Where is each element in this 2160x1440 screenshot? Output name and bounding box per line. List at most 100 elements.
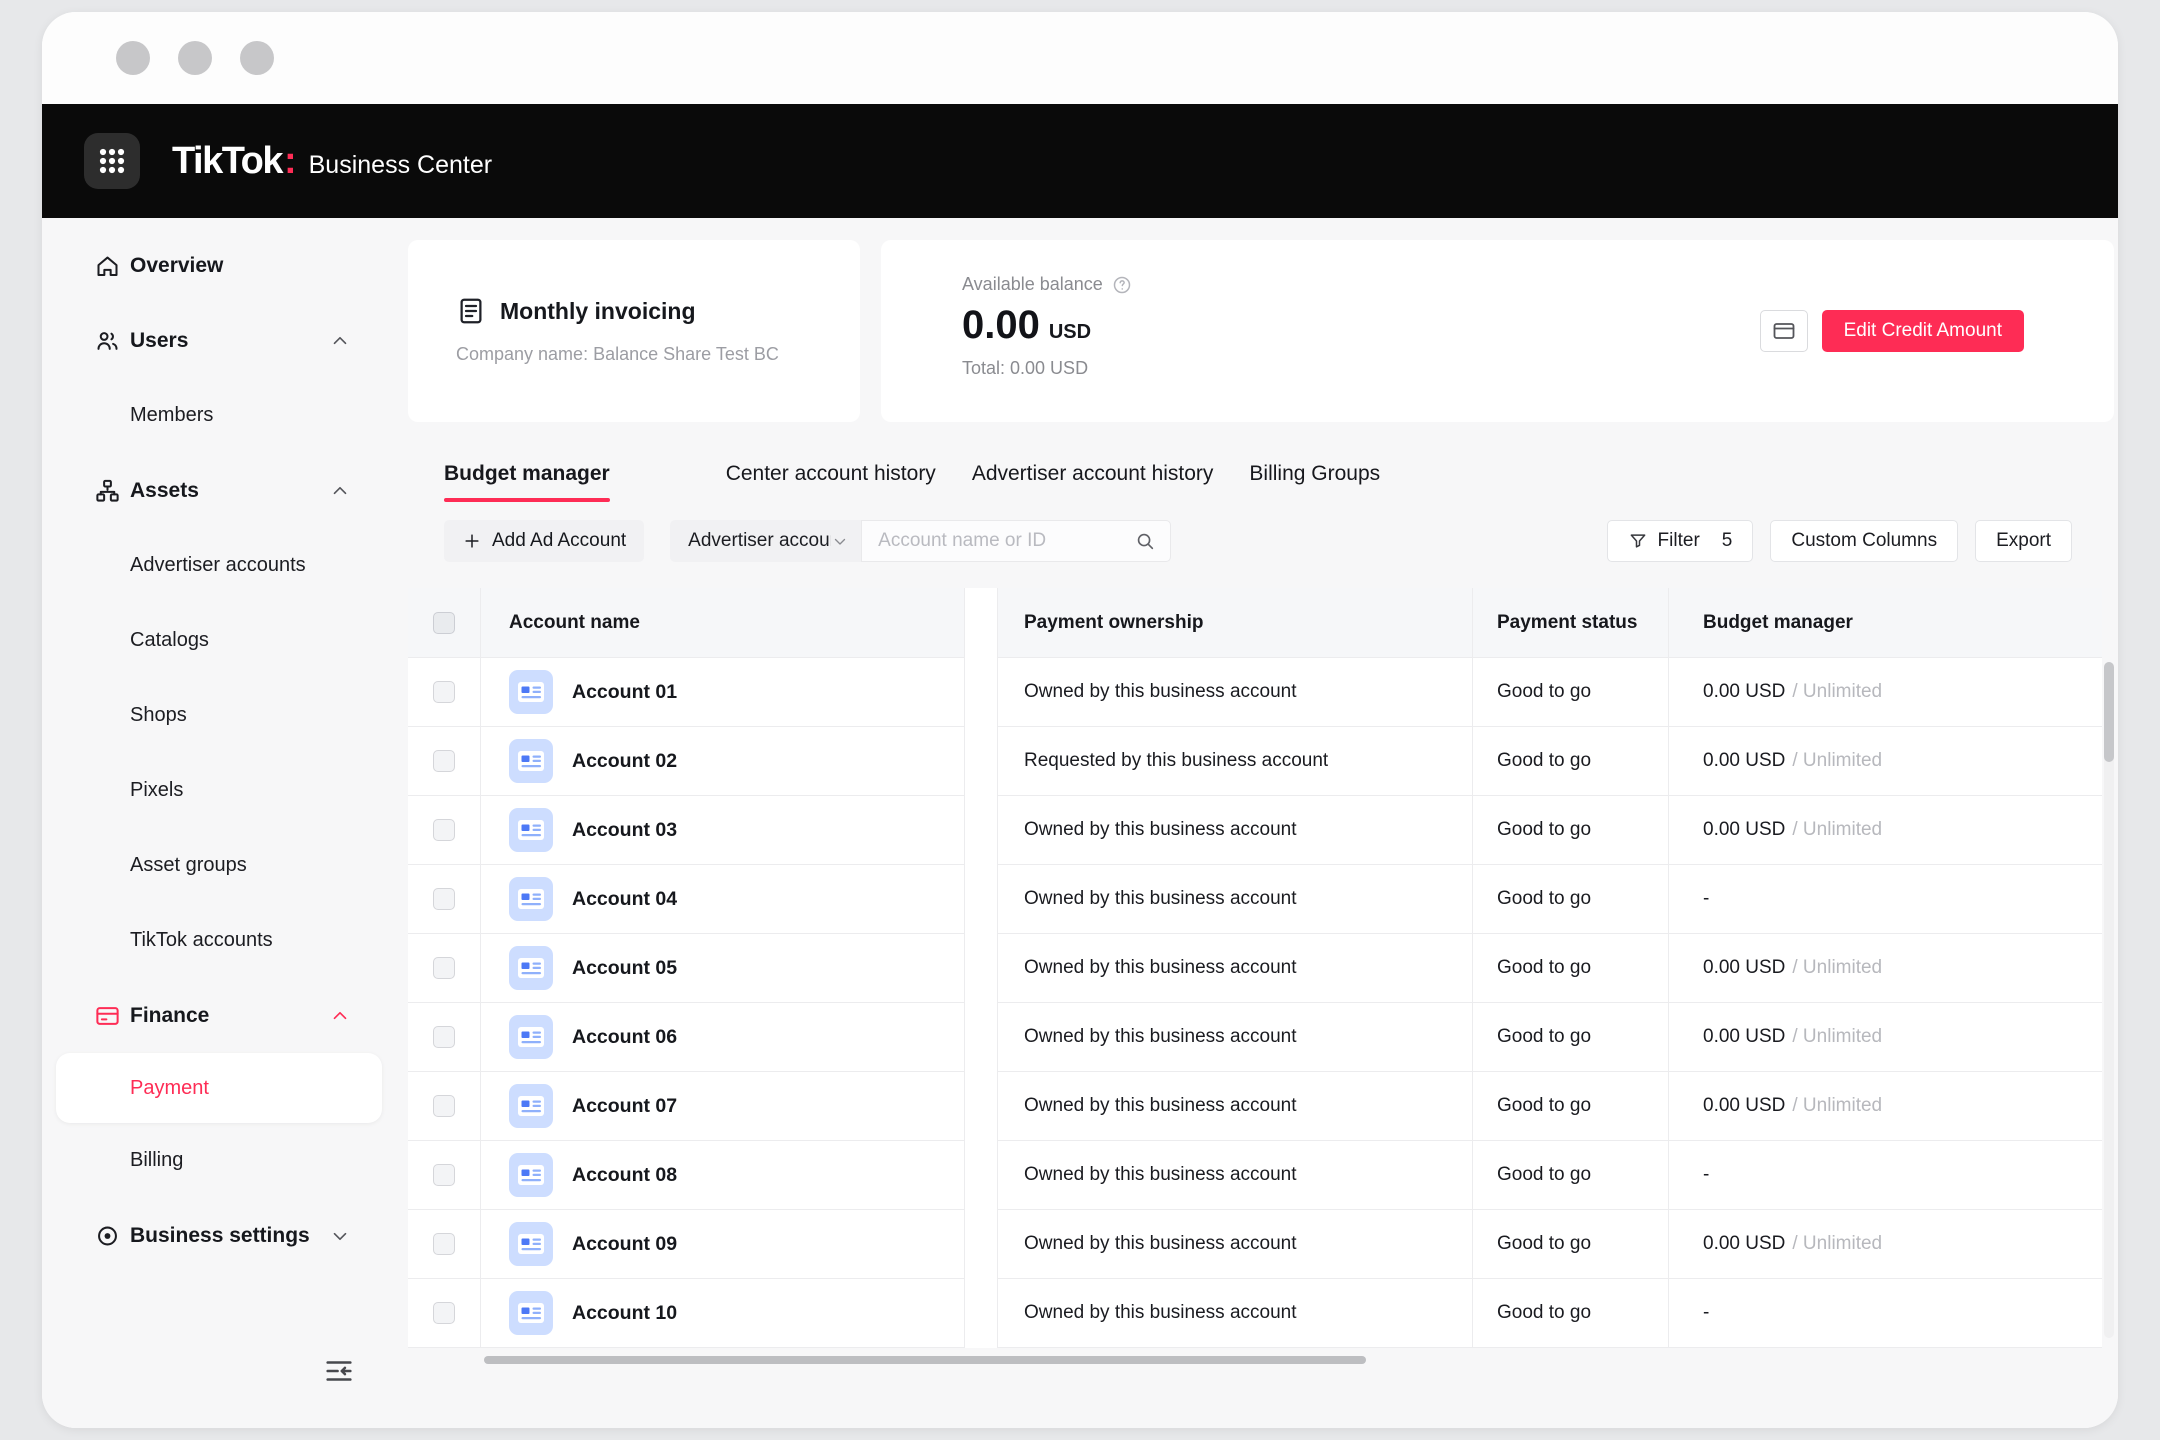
users-icon — [94, 327, 121, 354]
sidebar-item-label: TikTok accounts — [130, 929, 273, 952]
apps-grid-icon[interactable] — [84, 133, 140, 189]
table-body: Account 01 Owned by this business account… — [408, 658, 2102, 1348]
column-header-payment-ownership[interactable]: Payment ownership — [997, 588, 1472, 658]
sidebar-item-finance[interactable]: Finance — [42, 978, 396, 1053]
sidebar-item-tiktok-accounts[interactable]: TikTok accounts — [42, 903, 396, 978]
sidebar-item-advertiser-accounts[interactable]: Advertiser accounts — [42, 528, 396, 603]
search-input[interactable] — [878, 530, 1134, 552]
row-checkbox[interactable] — [433, 1302, 455, 1324]
sidebar-item-billing[interactable]: Billing — [42, 1123, 396, 1198]
search-type-dropdown[interactable]: Advertiser accoun — [670, 520, 861, 562]
tab-billing-groups[interactable]: Billing Groups — [1249, 462, 1380, 502]
payment-ownership: Owned by this business account — [1024, 1164, 1297, 1186]
row-checkbox[interactable] — [433, 819, 455, 841]
monthly-invoicing-card: Monthly invoicing Company name: Balance … — [408, 240, 860, 422]
tab-center-account-history[interactable]: Center account history — [726, 462, 936, 502]
export-button[interactable]: Export — [1975, 520, 2072, 562]
window-control-dot-2[interactable] — [178, 41, 212, 75]
account-name[interactable]: Account 10 — [572, 1302, 677, 1325]
sidebar-item-pixels[interactable]: Pixels — [42, 753, 396, 828]
account-name[interactable]: Account 05 — [572, 957, 677, 980]
row-checkbox[interactable] — [433, 1164, 455, 1186]
account-name[interactable]: Account 03 — [572, 819, 677, 842]
table-row: Account 09Owned by this business account… — [408, 1210, 2102, 1279]
account-card-icon — [509, 1222, 553, 1266]
frozen-column-gap — [965, 1279, 997, 1348]
budget-limit: / Unlimited — [1792, 681, 1882, 703]
table-row: Account 08 Owned by this business account… — [408, 1141, 2102, 1210]
tiktok-logo[interactable]: TikTok : Business Center — [172, 140, 492, 183]
tab-advertiser-account-history[interactable]: Advertiser account history — [972, 462, 1214, 502]
row-checkbox[interactable] — [433, 888, 455, 910]
frozen-column-gap — [965, 796, 997, 865]
budget-amount: 0.00 USD — [1703, 1095, 1785, 1117]
row-checkbox[interactable] — [433, 1233, 455, 1255]
row-checkbox[interactable] — [433, 1026, 455, 1048]
content-area: OverviewUsersMembersAssetsAdvertiser acc… — [42, 218, 2118, 1428]
vertical-scrollbar-thumb[interactable] — [2104, 662, 2114, 762]
account-name[interactable]: Account 01 — [572, 681, 677, 704]
payment-card-button[interactable] — [1760, 310, 1808, 352]
account-name[interactable]: Account 02 — [572, 750, 677, 773]
filter-button[interactable]: Filter 5 — [1607, 520, 1754, 562]
edit-credit-amount-button[interactable]: Edit Credit Amount — [1822, 310, 2024, 352]
custom-columns-button[interactable]: Custom Columns — [1770, 520, 1958, 562]
select-all-checkbox[interactable] — [433, 612, 455, 634]
sidebar-item-label: Users — [130, 329, 188, 353]
column-header-payment-status[interactable]: Payment status — [1472, 588, 1668, 658]
browser-window: TikTok : Business Center Overview Users Me… — [42, 12, 2118, 1428]
filter-label: Filter — [1658, 530, 1700, 552]
column-header-account-name[interactable]: Account name — [480, 588, 965, 658]
horizontal-scrollbar-thumb[interactable] — [484, 1356, 1366, 1364]
summary-cards: Monthly invoicing Company name: Balance … — [408, 240, 2114, 422]
account-name[interactable]: Account 07 — [572, 1095, 677, 1118]
company-name-text: Company name: Balance Share Test BC — [456, 344, 860, 365]
row-checkbox[interactable] — [433, 681, 455, 703]
budget-limit: / Unlimited — [1792, 1026, 1882, 1048]
export-label: Export — [1996, 530, 2051, 552]
tab-budget-manager[interactable]: Budget manager — [444, 462, 610, 502]
sidebar-item-payment[interactable]: Payment — [56, 1053, 382, 1123]
frozen-column-gap — [965, 865, 997, 934]
row-checkbox[interactable] — [433, 750, 455, 772]
sidebar-nav: Overview Users MembersAssetsAdvertiser acc… — [42, 228, 396, 1273]
window-control-dot-1[interactable] — [116, 41, 150, 75]
collapse-sidebar-button[interactable] — [322, 1354, 356, 1388]
budget-amount: - — [1703, 1164, 1709, 1186]
sidebar-item-members[interactable]: Members — [42, 378, 396, 453]
budget-amount: 0.00 USD — [1703, 819, 1785, 841]
account-name[interactable]: Account 09 — [572, 1233, 677, 1256]
row-checkbox[interactable] — [433, 957, 455, 979]
account-name[interactable]: Account 04 — [572, 888, 677, 911]
row-checkbox[interactable] — [433, 1095, 455, 1117]
window-control-dot-3[interactable] — [240, 41, 274, 75]
sidebar-item-catalogs[interactable]: Catalogs — [42, 603, 396, 678]
accounts-table: Account name Payment ownership Payment s… — [408, 588, 2114, 1348]
account-name[interactable]: Account 06 — [572, 1026, 677, 1049]
search-icon[interactable] — [1134, 530, 1156, 552]
frozen-column-gap — [965, 1072, 997, 1141]
sidebar-item-asset-groups[interactable]: Asset groups — [42, 828, 396, 903]
column-header-budget-manager[interactable]: Budget manager — [1668, 588, 2102, 658]
payment-status: Good to go — [1497, 750, 1591, 772]
account-card-icon — [509, 1015, 553, 1059]
payment-ownership: Owned by this business account — [1024, 681, 1297, 703]
sidebar-item-users[interactable]: Users — [42, 303, 396, 378]
sidebar-item-business-settings[interactable]: Business settings — [42, 1198, 396, 1273]
balance-currency: USD — [1049, 321, 1091, 344]
sidebar-item-overview[interactable]: Overview — [42, 228, 396, 303]
sidebar-item-label: Catalogs — [130, 629, 209, 652]
sidebar-item-shops[interactable]: Shops — [42, 678, 396, 753]
vertical-scrollbar[interactable] — [2104, 662, 2114, 1338]
budget-amount: 0.00 USD — [1703, 957, 1785, 979]
chevron-down-icon — [831, 532, 849, 550]
budget-limit: / Unlimited — [1792, 957, 1882, 979]
balance-amount: 0.00 — [962, 303, 1040, 348]
help-icon[interactable] — [1112, 275, 1132, 295]
sidebar-item-assets[interactable]: Assets — [42, 453, 396, 528]
payment-ownership: Owned by this business account — [1024, 957, 1297, 979]
add-ad-account-button[interactable]: Add Ad Account — [444, 520, 644, 562]
budget-amount: 0.00 USD — [1703, 681, 1785, 703]
account-name[interactable]: Account 08 — [572, 1164, 677, 1187]
balance-label: Available balance — [962, 274, 1103, 295]
